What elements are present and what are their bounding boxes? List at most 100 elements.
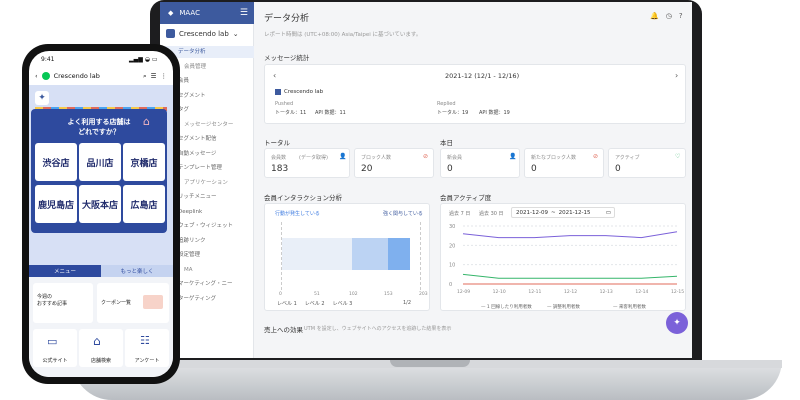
coupon-label: クーポン一覧 [101,300,132,306]
pushed-label: Pushed [275,101,294,107]
next-period-button[interactable]: › [675,71,678,80]
activity-series-line [462,231,678,239]
replied-total: トータル：19 [437,110,469,116]
calendar-icon: ▭ [605,209,611,216]
x-tick: 12-13 [600,289,613,295]
y-tick: 30 [449,224,455,230]
heart-icon: ♡ [675,153,681,160]
phone-menu-grid: 今週の おすすめ記事 クーポン一覧 ▭ 公式サイト ⌂ 店舗検索 ☷ アンケート [29,277,173,377]
total-blocked-value: 20 [361,164,373,174]
x-tick: 12-14 [635,289,648,295]
interaction-levels: レベル 1 レベル 2 レベル 3 [277,300,352,307]
monitor-icon: ▭ [47,335,58,348]
total-members-card: 会員数 (データ取得) 👤 183 [264,148,350,178]
phone-app-header: ‹ Crescendo lab ⌕ ☰ ⋮ [29,67,173,85]
range-30-days[interactable]: 過去 30 日 [479,210,504,217]
date-range-input[interactable]: 2021-12-09 ~ 2021-12-15 ▭ [511,207,615,218]
x-tick: 12-11 [528,289,541,295]
menu-survey[interactable]: ☷ アンケート [125,329,169,367]
clipboard-icon: ☷ [140,334,150,347]
app-logo-icon: ◆ [168,9,174,17]
help-icon[interactable]: ? [679,12,683,20]
brand-name: Crescendo lab [284,89,324,95]
phone-hero: ✦ よく利用する店舗は どれですか？ ⌂ 渋谷店 品川店 京橋店 鹿児島店 大阪本店 広島… [29,85,173,271]
block-icon: ⊘ [423,153,429,160]
interaction-pager[interactable]: 1/2 [403,300,411,306]
workspace-selector[interactable]: Crescendo lab ⌄ [166,29,239,38]
new-members-value: 0 [447,164,453,174]
total-members-hint: (データ取得) [299,155,328,161]
activity-title: 会員アクティブ度 [440,194,492,202]
header-icons: 🔔 ◷ ? [650,12,683,20]
banner-line-2: どれですか？ [78,128,120,136]
phone-time: 9:41 [41,56,55,63]
menu-coupon[interactable]: クーポン一覧 [97,283,169,323]
main-content: データ分析 🔔 ◷ ? レポート時間は (UTC+08:00) Asia/Tai… [254,2,692,358]
new-blocked-label: 新たなブロック人数 [531,155,577,161]
activity-svg: 30 20 10 0 12-09 12-10 12-11 12-12 12-13 12-14 12-… [449,224,684,310]
interaction-bar-level1 [282,238,352,270]
coupon-icon [143,295,163,309]
period-label: 2021-12 (12/1 - 12/16) [445,72,520,80]
tab-more-fun[interactable]: もっと楽しく [101,265,173,277]
back-icon[interactable]: ‹ [35,72,38,80]
replied-api: API 数据：19 [479,110,510,116]
info-icon[interactable]: ⓘ [336,192,342,201]
new-members-label: 新会員 [447,155,463,161]
active-value: 0 [615,164,621,174]
store-icon: ⌂ [93,334,101,348]
totals-title: トータル [264,139,290,147]
menu-official-site[interactable]: ▭ 公式サイト [33,329,77,367]
message-stats-title: メッセージ統計 [264,54,310,62]
interaction-axis-tick: 0 [279,292,282,297]
store-panel: よく利用する店舗は どれですか？ ⌂ 渋谷店 品川店 京橋店 鹿児島店 大阪本店 広島店 [31,109,167,233]
message-stats-card: ‹ 2021-12 (12/1 - 12/16) › Crescendo lab… [264,64,686,124]
clock-icon[interactable]: ◷ [666,12,672,20]
phone-screen: 9:41 ▂▄▆ ◒ ▭ ‹ Crescendo lab ⌕ ☰ ⋮ ✦ よく利… [29,51,173,377]
menu-recommend-article[interactable]: 今週の おすすめ記事 [33,283,93,323]
interaction-legend-right: 強く関与している [383,211,423,217]
interaction-plot-area [281,222,421,290]
brand-row: Crescendo lab [275,89,323,95]
app-name: MAAC [179,9,200,17]
total-members-value: 183 [271,164,289,174]
store-button[interactable]: 京橋店 [123,143,165,181]
store-button[interactable]: 広島店 [123,185,165,223]
x-tick: 12-10 [493,289,506,295]
menu-icon[interactable]: ☰ [240,8,248,18]
date-separator: ~ [550,209,556,216]
bell-icon[interactable]: 🔔 [650,12,659,20]
sidebar-header: ◆ MAAC ☰ [160,2,254,24]
menu-list-icon[interactable]: ☰ [151,72,157,80]
house-icon: ⌂ [143,115,150,128]
tab-menu[interactable]: メニュー [29,265,101,277]
menu-store-search[interactable]: ⌂ 店舗検索 [79,329,123,367]
pushed-total: トータル：11 [275,110,307,116]
level-1-label: レベル 1 [277,301,297,307]
total-blocked-label: ブロック人数 [361,155,392,161]
page-title: データ分析 [264,14,310,24]
new-members-card: 新会員 👤 0 [440,148,520,178]
interaction-axis-tick: 102 [349,292,358,297]
chevron-down-icon: ⌄ [232,29,239,38]
range-7-days[interactable]: 過去 7 日 [449,210,470,217]
workspace-name: Crescendo lab [179,29,229,38]
prev-period-button[interactable]: ‹ [273,71,276,80]
date-to: 2021-12-15 [558,209,591,216]
store-button[interactable]: 大阪本店 [79,185,121,223]
search-icon[interactable]: ⌕ [143,72,147,81]
pushed-api: API 数据：11 [315,110,346,116]
store-button[interactable]: 鹿児島店 [35,185,77,223]
store-button[interactable]: 渋谷店 [35,143,77,181]
more-icon[interactable]: ⋮ [161,72,168,80]
active-label: アクティブ [615,155,640,161]
chat-fab-icon[interactable]: ✦ [666,312,688,334]
active-card: アクティブ ♡ 0 [608,148,686,178]
y-tick: 20 [449,243,455,249]
store-button[interactable]: 品川店 [79,143,121,181]
activity-series-line [462,273,678,279]
workspace-logo-icon [166,29,175,38]
brand-logo-icon: ✦ [35,91,49,105]
store-search-label: 店舗検索 [90,358,111,364]
interaction-title: 会員インタラクション分析 [264,194,342,202]
